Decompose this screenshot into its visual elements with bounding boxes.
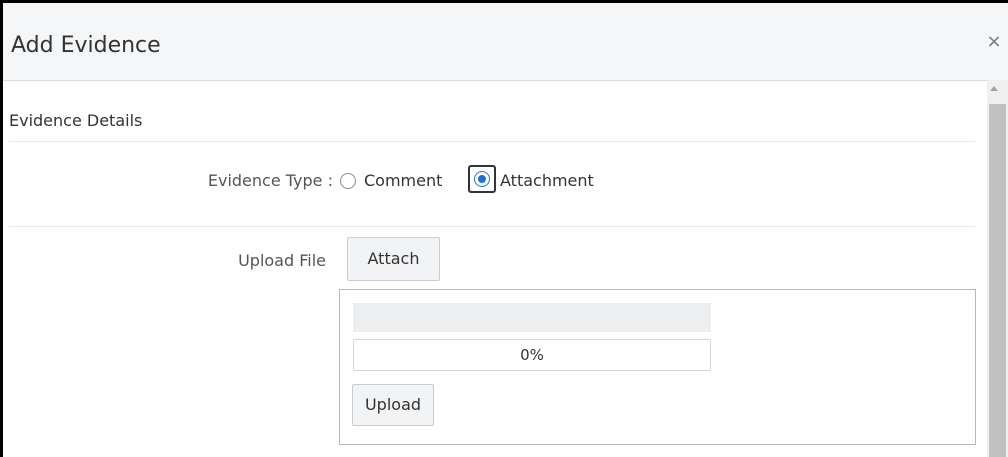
section-title: Evidence Details xyxy=(9,111,143,130)
upload-progress-text: 0% xyxy=(520,346,544,364)
evidence-type-label: Evidence Type : xyxy=(207,171,333,190)
upload-progress-bar: 0% xyxy=(353,339,711,371)
radio-comment-label[interactable]: Comment xyxy=(364,170,442,192)
dialog-header: Add Evidence xyxy=(3,3,1008,81)
radio-comment[interactable] xyxy=(340,173,356,189)
scroll-up-arrow-icon[interactable] xyxy=(990,86,998,91)
dialog-title: Add Evidence xyxy=(11,33,161,58)
section-divider xyxy=(9,141,975,142)
upload-button[interactable]: Upload xyxy=(352,384,434,426)
scrollbar-thumb[interactable] xyxy=(989,104,1006,457)
close-icon[interactable]: × xyxy=(984,32,1004,52)
upload-file-label: Upload File xyxy=(238,251,326,270)
radio-attachment-label[interactable]: Attachment xyxy=(500,170,594,192)
selected-file-bar xyxy=(353,303,711,332)
attach-button[interactable]: Attach xyxy=(347,237,440,281)
radio-attachment[interactable] xyxy=(474,171,490,187)
row-divider xyxy=(9,226,975,227)
